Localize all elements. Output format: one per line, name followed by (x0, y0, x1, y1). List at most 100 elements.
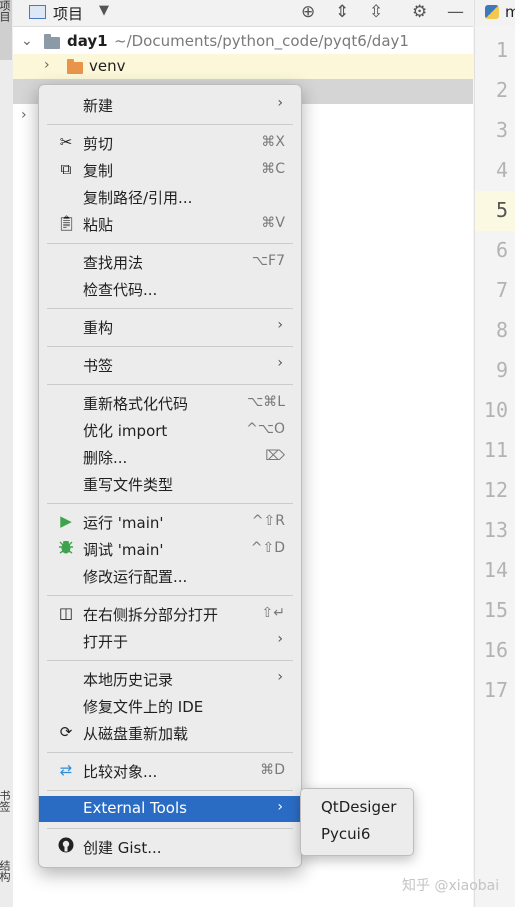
menu-item-label: 比较对象... (83, 763, 158, 781)
menu-item-reformat[interactable]: 重新格式化代码 ⌥⌘L (39, 390, 301, 416)
line-number: 6 (495, 238, 508, 262)
menu-item-split-right[interactable]: ◫ 在右侧拆分部分打开 ⇧↵ (39, 601, 301, 627)
chevron-down-icon[interactable]: ▼ (99, 3, 109, 18)
menu-separator (47, 308, 293, 309)
submenu-item-pycui6[interactable]: Pycui6 (321, 825, 370, 843)
menu-item-refactor[interactable]: 重构 › (39, 314, 301, 340)
line-number-gutter: 1 2 3 4 5 6 7 8 9 10 11 12 13 14 15 16 17 (474, 26, 515, 907)
menu-item-shortcut: ⌦ (265, 448, 285, 464)
chevron-right-icon: › (277, 317, 283, 333)
collapse-all-icon[interactable]: ⇳ (369, 2, 383, 22)
menu-item-label: 粘贴 (83, 216, 114, 234)
root-folder-path: ~/Documents/python_code/pyqt6/day1 (114, 32, 409, 50)
menu-item-shortcut: ⌥F7 (251, 253, 285, 269)
chevron-down-icon[interactable]: ⌄ (21, 33, 33, 49)
menu-item-shortcut: ^⇧D (250, 540, 285, 556)
menu-item-shortcut: ⌘D (260, 762, 285, 778)
menu-item-paste[interactable]: 📋︎ 粘贴 ⌘V (39, 211, 301, 237)
menu-item-run[interactable]: ▶ 运行 'main' ^⇧R (39, 509, 301, 535)
tool-tab-project[interactable]: 项目 (0, 0, 12, 60)
tool-tab-bookmarks[interactable]: 书签 (0, 790, 12, 850)
context-menu: 新建 › ✂ 剪切 ⌘X ⧉ 复制 ⌘C 复制路径/引用... 📋︎ 粘贴 ⌘V… (38, 84, 302, 868)
menu-item-label: 重写文件类型 (83, 476, 174, 494)
github-icon (57, 837, 75, 855)
submenu-item-qtdesigner[interactable]: QtDesiger (321, 798, 396, 816)
menu-item-modify-run-config[interactable]: 修改运行配置... (39, 563, 301, 589)
menu-item-reload-from-disk[interactable]: ⟳ 从磁盘重新加载 (39, 720, 301, 746)
menu-separator (47, 595, 293, 596)
line-number: 14 (483, 558, 508, 582)
menu-item-label: 修复文件上的 IDE (83, 698, 204, 716)
split-icon: ◫ (58, 604, 74, 622)
chevron-right-icon: › (277, 355, 283, 371)
line-number: 9 (495, 358, 508, 382)
line-number: 10 (483, 398, 508, 422)
chevron-right-icon[interactable]: › (21, 107, 27, 123)
locate-icon[interactable]: ⊕ (301, 2, 315, 22)
venv-folder-name: venv (89, 57, 126, 75)
chevron-right-icon: › (277, 631, 283, 647)
menu-item-label: 调试 'main' (83, 541, 164, 559)
compare-icon: ⇄ (59, 761, 73, 779)
menu-item-optimize-imports[interactable]: 优化 import ^⌥O (39, 417, 301, 443)
menu-item-bookmarks[interactable]: 书签 › (39, 352, 301, 378)
menu-item-delete[interactable]: 删除... ⌦ (39, 444, 301, 470)
menu-item-local-history[interactable]: 本地历史记录 › (39, 666, 301, 692)
editor-tab-label: m (505, 3, 515, 21)
menu-item-inspect-code[interactable]: 检查代码... (39, 276, 301, 302)
menu-separator (47, 660, 293, 661)
menu-item-label: 复制路径/引用... (83, 189, 193, 207)
menu-separator (47, 503, 293, 504)
menu-item-label: 从磁盘重新加载 (83, 725, 189, 743)
line-number: 8 (495, 318, 508, 342)
line-number: 1 (495, 38, 508, 62)
project-view-title[interactable]: 项目 (53, 3, 83, 24)
chevron-right-icon[interactable]: › (44, 57, 50, 73)
menu-item-override-file-type[interactable]: 重写文件类型 (39, 471, 301, 497)
menu-item-label: 创建 Gist... (83, 839, 162, 857)
menu-item-label: 书签 (83, 357, 114, 375)
menu-item-shortcut: ⌥⌘L (247, 394, 285, 410)
editor-tab[interactable]: m (474, 0, 515, 27)
tool-tab-structure[interactable]: 结构 (0, 860, 12, 905)
menu-item-label: 删除... (83, 449, 128, 467)
menu-separator (47, 752, 293, 753)
menu-item-create-gist[interactable]: 创建 Gist... (39, 834, 301, 860)
line-number: 16 (483, 638, 508, 662)
menu-item-label: 在右侧拆分部分打开 (83, 606, 219, 624)
menu-item-label: 检查代码... (83, 281, 158, 299)
tree-row-root[interactable]: ⌄ day1 ~/Documents/python_code/pyqt6/day… (13, 29, 473, 54)
menu-item-shortcut: ⇧↵ (261, 605, 285, 621)
menu-item-external-tools[interactable]: External Tools › (39, 796, 301, 822)
line-number: 4 (495, 158, 508, 182)
gear-icon[interactable]: ⚙ (412, 2, 427, 22)
menu-item-shortcut: ⌘C (261, 161, 285, 177)
menu-item-open-in[interactable]: 打开于 › (39, 628, 301, 654)
chevron-right-icon: › (277, 669, 283, 685)
menu-item-debug[interactable]: 调试 'main' ^⇧D (39, 536, 301, 562)
line-number: 11 (483, 438, 508, 462)
tree-row-venv[interactable]: › venv (13, 54, 473, 79)
menu-item-find-usages[interactable]: 查找用法 ⌥F7 (39, 249, 301, 275)
menu-item-copy-path[interactable]: 复制路径/引用... (39, 184, 301, 210)
menu-item-compare-with[interactable]: ⇄ 比较对象... ⌘D (39, 758, 301, 784)
menu-item-shortcut: ⌘V (261, 215, 285, 231)
menu-item-label: 剪切 (83, 135, 114, 153)
line-number: 15 (483, 598, 508, 622)
menu-item-label: 运行 'main' (83, 514, 164, 532)
root-folder-name: day1 (67, 32, 108, 50)
line-number: 12 (483, 478, 508, 502)
menu-item-repair-ide[interactable]: 修复文件上的 IDE (39, 693, 301, 719)
menu-item-copy[interactable]: ⧉ 复制 ⌘C (39, 157, 301, 183)
hide-icon[interactable]: — (447, 2, 464, 22)
expand-all-icon[interactable]: ⇕ (335, 2, 349, 22)
line-number: 7 (495, 278, 508, 302)
line-number: 5 (495, 198, 508, 222)
menu-item-label: 重构 (83, 319, 114, 337)
menu-item-label: 查找用法 (83, 254, 144, 272)
python-file-icon (485, 5, 499, 19)
menu-item-new[interactable]: 新建 › (39, 92, 301, 118)
reload-icon: ⟳ (59, 723, 73, 741)
menu-item-cut[interactable]: ✂ 剪切 ⌘X (39, 130, 301, 156)
folder-icon (67, 59, 83, 74)
